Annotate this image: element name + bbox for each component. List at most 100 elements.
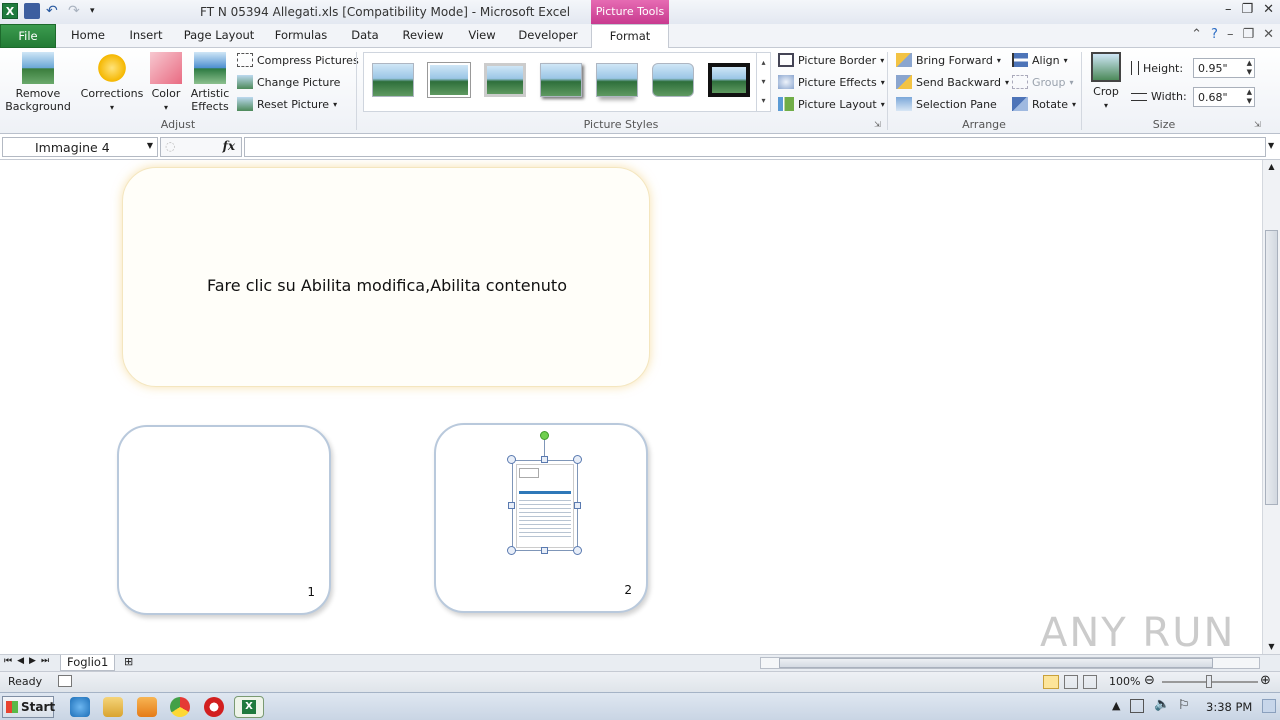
formula-input[interactable] [244,137,1266,157]
name-box[interactable]: Immagine 4 ▼ [2,137,158,157]
crop-button[interactable]: Crop ▾ [1088,52,1124,112]
picture-layout-button[interactable]: Picture Layout ▾ [778,97,885,111]
reset-picture-button[interactable]: Reset Picture ▾ [237,97,337,111]
help-icon[interactable]: ? [1211,27,1218,42]
zoom-out-icon[interactable]: ⊖ [1144,673,1155,688]
selected-picture[interactable] [512,460,578,551]
redo-icon[interactable]: ↷ [68,3,84,19]
picture-style-6[interactable] [652,63,694,97]
height-input[interactable]: 0.95" ▲ ▼ [1193,58,1255,78]
tab-home[interactable]: Home [66,24,110,48]
restore-icon[interactable]: ❐ [1241,2,1253,17]
normal-view-icon[interactable] [1043,675,1059,689]
zoom-slider-thumb[interactable] [1206,675,1212,688]
cancel-entry-icon[interactable]: ◌ [165,139,175,153]
bring-forward-button[interactable]: Bring Forward ▾ [896,53,1001,67]
vertical-scrollbar[interactable]: ▲ ▼ [1262,160,1280,654]
rotation-handle[interactable] [540,431,549,440]
scroll-down-icon[interactable]: ▼ [1263,640,1280,654]
worksheet-area[interactable]: Fare clic su Abilita modifica,Abilita co… [0,160,1262,654]
picture-style-5[interactable] [596,63,638,97]
resize-handle-s[interactable] [541,547,548,554]
resize-handle-se[interactable] [573,546,582,555]
sheet-tab-foglio1[interactable]: Foglio1 [60,655,116,671]
explorer-icon[interactable] [103,697,123,717]
send-backward-button[interactable]: Send Backward ▾ [896,75,1009,89]
width-input[interactable]: 0.68" ▲ ▼ [1193,87,1255,107]
resize-handle-ne[interactable] [573,455,582,464]
gallery-scroll[interactable]: ▴ ▾ ▾ [756,53,770,111]
page-layout-view-icon[interactable] [1064,675,1078,689]
picture-effects-button[interactable]: Picture Effects ▾ [778,75,885,89]
page-break-view-icon[interactable] [1083,675,1097,689]
horizontal-scroll-thumb[interactable] [779,658,1213,668]
tab-data[interactable]: Data [346,24,384,48]
tab-developer[interactable]: Developer [516,24,580,48]
resize-handle-sw[interactable] [507,546,516,555]
close-icon[interactable]: ✕ [1263,2,1274,17]
clock[interactable]: 3:38 PM [1206,700,1252,714]
picture-border-button[interactable]: Picture Border ▾ [778,53,884,67]
selection-pane-button[interactable]: Selection Pane [896,97,997,111]
vertical-scroll-thumb[interactable] [1265,230,1278,505]
tab-review[interactable]: Review [398,24,448,48]
tab-format[interactable]: Format [591,24,669,49]
resize-handle-n[interactable] [541,456,548,463]
horizontal-scrollbar[interactable] [760,657,1260,669]
tab-insert[interactable]: Insert [124,24,168,48]
change-picture-button[interactable]: Change Picture [237,75,340,89]
minimize-ribbon-icon[interactable]: ⌃ [1191,27,1202,42]
name-box-dropdown-icon[interactable]: ▼ [147,141,153,150]
volume-icon[interactable]: 🔈 [1154,697,1170,712]
picture-style-7[interactable] [708,63,750,97]
rotate-button[interactable]: Rotate ▾ [1012,97,1076,111]
macro-record-icon[interactable] [58,675,72,687]
artistic-effects-button[interactable]: Artistic Effects [186,52,234,113]
tab-file[interactable]: File [0,24,56,48]
picture-styles-launcher-icon[interactable]: ⇲ [874,120,881,129]
picture-style-1[interactable] [372,63,414,97]
resize-handle-w[interactable] [508,502,515,509]
picture-style-4[interactable] [540,63,582,97]
ie-icon[interactable] [70,697,90,717]
start-button[interactable]: Start [2,696,55,718]
compress-pictures-button[interactable]: Compress Pictures [237,53,359,67]
insert-sheet-icon[interactable]: ⊞ [124,655,133,668]
group-button[interactable]: Group ▾ [1012,75,1074,89]
resize-handle-nw[interactable] [507,455,516,464]
picture-style-3[interactable] [484,63,526,97]
corrections-button[interactable]: Corrections ▾ [80,52,144,114]
undo-icon[interactable]: ↶ [46,3,62,19]
show-desktop-icon[interactable] [1262,699,1276,713]
excel-logo-icon[interactable]: X [2,3,18,19]
media-player-icon[interactable] [137,697,157,717]
insert-function-icon[interactable]: fx [223,139,235,153]
resize-handle-e[interactable] [574,502,581,509]
doc-minimize-icon[interactable]: – [1227,27,1234,42]
tray-expand-icon[interactable]: ▲ [1112,699,1120,712]
color-button[interactable]: Color ▾ [146,52,186,114]
sheet-nav-arrows-icon[interactable]: ⏮◀▶⏭ [4,656,54,666]
align-button[interactable]: Align ▾ [1012,53,1068,67]
picture-card-1[interactable]: 1 [117,425,331,615]
enable-editing-banner[interactable]: Fare clic su Abilita modifica,Abilita co… [122,167,650,387]
scroll-up-icon[interactable]: ▲ [1263,160,1280,174]
customize-qat-icon[interactable]: ▾ [90,3,106,19]
chrome-icon[interactable] [170,697,190,717]
doc-close-icon[interactable]: ✕ [1263,27,1274,42]
tab-formulas[interactable]: Formulas [270,24,332,48]
zoom-in-icon[interactable]: ⊕ [1260,673,1271,688]
size-launcher-icon[interactable]: ⇲ [1254,120,1261,129]
tab-page-layout[interactable]: Page Layout [182,24,256,48]
excel-taskbar-button[interactable]: X [234,696,264,718]
height-spinner-icon[interactable]: ▲ ▼ [1247,59,1252,77]
width-spinner-icon[interactable]: ▲ ▼ [1247,88,1252,106]
tab-view[interactable]: View [462,24,502,48]
network-icon[interactable] [1130,699,1144,713]
zoom-level[interactable]: 100% [1109,675,1140,688]
minimize-icon[interactable]: – [1225,2,1232,17]
expand-formula-bar-icon[interactable]: ▼ [1268,141,1274,150]
action-center-flag-icon[interactable]: ⚐ [1178,698,1190,713]
opera-icon[interactable] [204,697,224,717]
picture-style-2[interactable] [428,63,470,97]
